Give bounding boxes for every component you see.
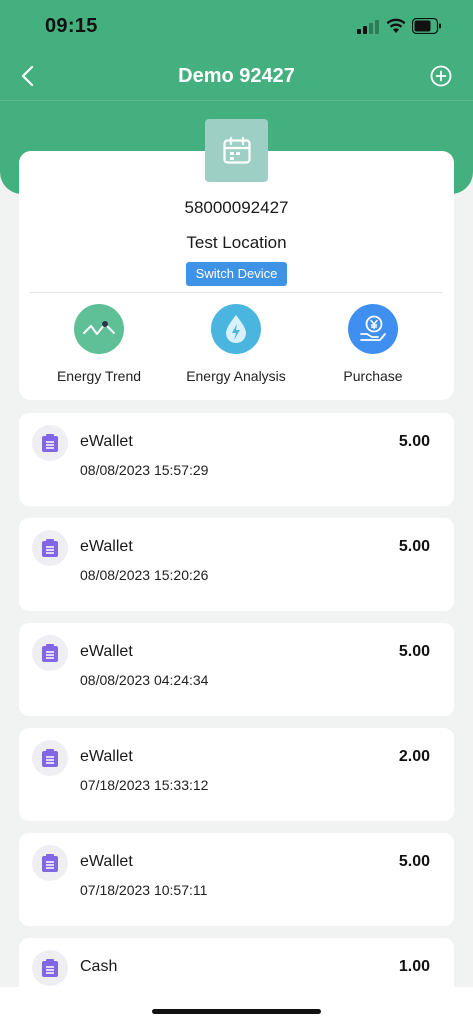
energy-analysis-button[interactable]: Energy Analysis [166,304,306,386]
transaction-date: 08/08/2023 15:57:29 [80,462,209,478]
transaction-type: eWallet [80,433,133,450]
transaction-date: 08/08/2023 15:20:26 [80,567,209,583]
transaction-row[interactable]: eWallet 08/08/2023 15:57:29 5.00 [19,413,454,506]
card-divider [30,292,442,293]
page-title: Demo 92427 [178,65,295,87]
transaction-amount: 5.00 [398,643,430,660]
transaction-date: 08/08/2023 04:24:34 [80,672,209,688]
device-id: 58000092427 [184,198,289,217]
device-location: Test Location [186,233,287,252]
home-bar-area [0,987,473,1024]
energy-analysis-label: Energy Analysis [186,368,286,384]
transaction-row[interactable]: eWallet 07/18/2023 10:57:11 5.00 [19,833,454,926]
transaction-row[interactable]: eWallet 08/08/2023 04:24:34 5.00 [19,623,454,716]
energy-trend-button[interactable]: Energy Trend [29,304,169,386]
transaction-type: eWallet [80,643,133,660]
transaction-type: Cash [80,958,118,975]
transaction-type: eWallet [80,538,133,555]
wifi-icon [386,18,406,33]
clipboard-icon [32,845,68,881]
energy-drop-icon [211,304,261,354]
yen-hand-icon [348,304,398,354]
energy-trend-label: Energy Trend [56,368,142,384]
transaction-amount: 1.00 [398,958,430,975]
transaction-row[interactable]: eWallet 07/18/2023 15:33:12 2.00 [19,728,454,821]
clipboard-icon [32,950,68,986]
calendar-icon [222,136,251,164]
clipboard-icon [32,740,68,776]
purchase-button[interactable]: Purchase [303,304,443,386]
cellular-signal-icon [357,20,379,34]
device-icon [205,119,268,182]
header-divider [0,100,473,101]
switch-device-button[interactable]: Switch Device [186,262,287,286]
battery-icon [412,18,441,34]
transaction-date: 07/18/2023 10:57:11 [80,882,208,898]
transaction-row[interactable]: eWallet 08/08/2023 15:20:26 5.00 [19,518,454,611]
clipboard-icon [32,425,68,461]
clipboard-icon [32,530,68,566]
status-time: 09:15 [45,15,98,37]
transaction-amount: 5.00 [398,853,430,870]
transaction-type: eWallet [80,853,133,870]
trend-line-icon [74,304,124,354]
status-bar: 09:15 [0,0,473,52]
transaction-amount: 5.00 [398,538,430,555]
transaction-date: 07/18/2023 15:33:12 [80,777,209,793]
plus-circle-icon[interactable] [429,64,453,88]
home-indicator[interactable] [152,1009,321,1014]
transaction-amount: 2.00 [398,748,430,765]
clipboard-icon [32,635,68,671]
transaction-amount: 5.00 [398,433,430,450]
device-card: 58000092427 Test Location Switch Device … [19,151,454,400]
transaction-type: eWallet [80,748,133,765]
purchase-label: Purchase [343,368,403,384]
